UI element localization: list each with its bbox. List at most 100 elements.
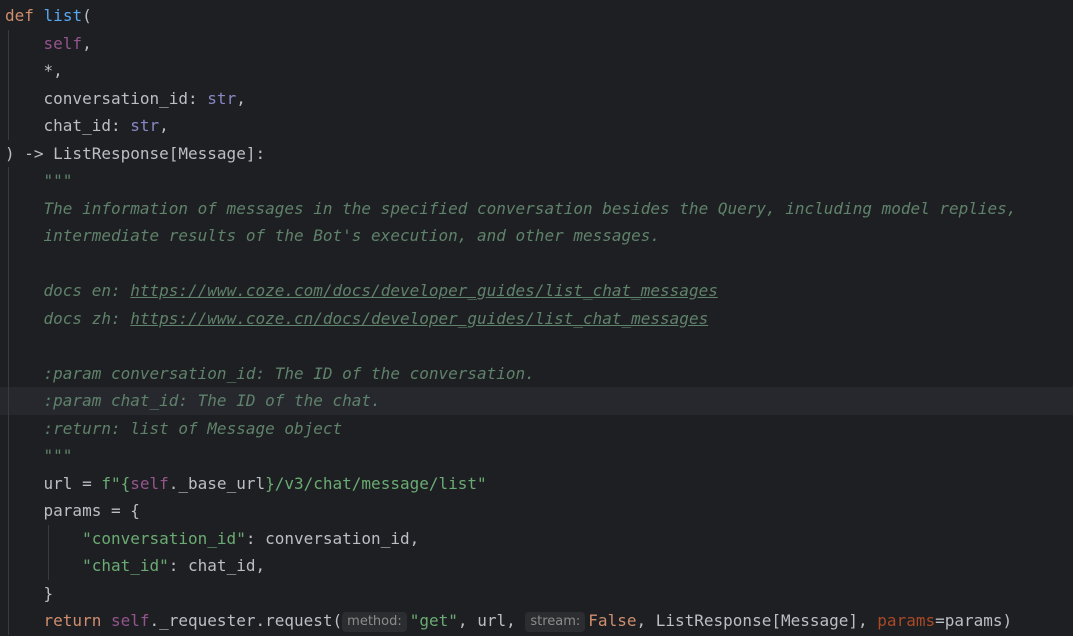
code-line[interactable]: ) -> ListResponse[Message]: bbox=[0, 140, 1073, 168]
code-text: chat_id: str, bbox=[5, 112, 169, 140]
code-token: :param bbox=[43, 363, 102, 383]
code-token: intermediate results of the Bot's execut… bbox=[43, 226, 661, 245]
code-token: ._requester.request( bbox=[149, 611, 343, 630]
code-token: , bbox=[82, 33, 92, 53]
code-text: :return: list of Message object bbox=[5, 415, 343, 443]
code-line[interactable]: def list( bbox=[0, 2, 1073, 30]
code-token: params = { bbox=[5, 501, 140, 520]
code-token: "conversation_id" bbox=[82, 528, 246, 548]
code-line[interactable]: """ bbox=[0, 167, 1073, 195]
code-token: self bbox=[43, 33, 83, 53]
code-token: conversation_id: bbox=[5, 88, 208, 108]
code-editor[interactable]: def list( self, *, conversation_id: str,… bbox=[0, 0, 1073, 636]
code-text: "chat_id": chat_id, bbox=[5, 552, 265, 580]
parameter-hint: stream: bbox=[525, 612, 586, 632]
code-token: , bbox=[236, 88, 246, 108]
parameter-hint: method: bbox=[342, 612, 407, 632]
code-text: """ bbox=[5, 442, 73, 470]
code-token: ( bbox=[82, 6, 92, 25]
code-line[interactable]: *, bbox=[0, 57, 1073, 85]
code-line[interactable]: docs en: https://www.coze.com/docs/devel… bbox=[0, 277, 1073, 305]
code-token: chat_id: bbox=[5, 116, 131, 135]
code-text: ) -> ListResponse[Message]: bbox=[5, 140, 265, 168]
code-token: ) -> ListResponse[Message]: bbox=[5, 143, 266, 163]
code-token: : list of Message object bbox=[110, 418, 343, 438]
code-token: docs en: bbox=[43, 281, 131, 300]
code-token: url = bbox=[5, 473, 102, 493]
code-line[interactable]: return self._requester.request(method: "g… bbox=[0, 607, 1073, 635]
code-token: False bbox=[588, 611, 637, 630]
doc-link[interactable]: https://www.coze.com/docs/developer_guid… bbox=[130, 281, 718, 300]
code-token: docs zh: bbox=[43, 308, 131, 328]
code-text: :param conversation_id: The ID of the co… bbox=[5, 360, 535, 388]
code-token: , ListResponse[Message], bbox=[636, 611, 878, 630]
code-token: "get" bbox=[409, 611, 458, 630]
code-text: def list( bbox=[5, 2, 92, 30]
indent-guide bbox=[8, 332, 9, 360]
code-text: docs zh: https://www.coze.cn/docs/develo… bbox=[5, 305, 709, 333]
code-token: return bbox=[43, 611, 102, 630]
code-text: "conversation_id": conversation_id, bbox=[5, 525, 419, 553]
code-token: f"{ bbox=[101, 473, 131, 493]
code-token: , bbox=[159, 116, 169, 135]
code-text: """ bbox=[5, 167, 73, 195]
code-line[interactable]: intermediate results of the Bot's execut… bbox=[0, 222, 1073, 250]
code-text: url = f"{self._base_url}/v3/chat/message… bbox=[5, 470, 487, 498]
code-text: } bbox=[5, 580, 54, 608]
code-token: str bbox=[207, 88, 237, 108]
code-token: : chat_id, bbox=[168, 556, 266, 575]
code-token: list bbox=[43, 6, 83, 25]
code-token: """ bbox=[43, 171, 73, 190]
code-line[interactable]: :param chat_id: The ID of the chat. bbox=[0, 387, 1073, 415]
code-line[interactable]: :param conversation_id: The ID of the co… bbox=[0, 359, 1073, 388]
code-token: ._base_url bbox=[168, 473, 266, 493]
code-text: return self._requester.request(method: "g… bbox=[5, 607, 1012, 635]
doc-link[interactable]: https://www.coze.cn/docs/developer_guide… bbox=[130, 309, 708, 328]
code-line[interactable]: :return: list of Message object bbox=[0, 414, 1073, 443]
code-token: } bbox=[5, 583, 54, 603]
code-token: params bbox=[877, 611, 936, 630]
code-line[interactable]: params = { bbox=[0, 497, 1073, 525]
code-token: """ bbox=[43, 446, 73, 465]
code-line[interactable] bbox=[0, 332, 1073, 360]
code-text: conversation_id: str, bbox=[5, 85, 246, 113]
code-token: : conversation_id, bbox=[245, 528, 420, 548]
code-text: :param chat_id: The ID of the chat. bbox=[5, 387, 381, 415]
code-token: conversation_id: The ID of the conversat… bbox=[101, 363, 535, 383]
code-line[interactable]: """ bbox=[0, 442, 1073, 470]
code-token: , url, bbox=[457, 611, 526, 630]
code-text: self, bbox=[5, 30, 92, 58]
code-token: self bbox=[110, 611, 150, 630]
code-token: def bbox=[5, 6, 34, 25]
code-line[interactable]: } bbox=[0, 579, 1073, 608]
code-text: The information of messages in the speci… bbox=[5, 195, 1017, 223]
code-line[interactable]: "conversation_id": conversation_id, bbox=[0, 524, 1073, 553]
code-line[interactable]: The information of messages in the speci… bbox=[0, 194, 1073, 223]
code-line[interactable]: "chat_id": chat_id, bbox=[0, 552, 1073, 580]
code-line[interactable]: conversation_id: str, bbox=[0, 84, 1073, 113]
code-token: =params) bbox=[935, 611, 1013, 630]
code-token: *, bbox=[5, 61, 63, 80]
code-line[interactable] bbox=[0, 249, 1073, 277]
code-token: The information of messages in the speci… bbox=[43, 198, 1017, 218]
code-line[interactable]: url = f"{self._base_url}/v3/chat/message… bbox=[0, 469, 1073, 498]
code-line[interactable]: chat_id: str, bbox=[0, 112, 1073, 140]
code-token: }/v3/chat/message/list" bbox=[265, 473, 487, 493]
code-text: intermediate results of the Bot's execut… bbox=[5, 222, 661, 250]
code-line[interactable]: docs zh: https://www.coze.cn/docs/develo… bbox=[0, 304, 1073, 333]
code-line[interactable]: self, bbox=[0, 29, 1073, 58]
code-token: "chat_id" bbox=[82, 556, 169, 575]
